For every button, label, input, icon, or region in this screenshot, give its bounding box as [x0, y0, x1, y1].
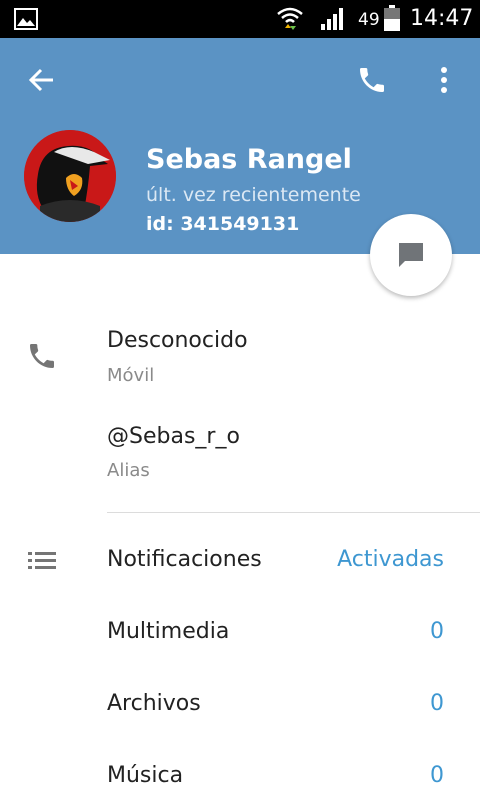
wifi-icon — [277, 7, 303, 30]
username[interactable]: @Sebas_r_o — [107, 424, 240, 449]
files-count[interactable]: 0 — [430, 691, 444, 716]
phone-number[interactable]: Desconocido — [107, 328, 248, 353]
more-vert-icon[interactable] — [432, 64, 456, 96]
back-arrow-icon[interactable] — [26, 64, 58, 96]
status-bar: 49 14:47 — [0, 0, 480, 38]
phone-type-label: Móvil — [107, 365, 155, 386]
files-label[interactable]: Archivos — [107, 691, 201, 716]
gallery-icon — [14, 8, 38, 30]
clock: 14:47 — [410, 6, 474, 31]
battery-percent: 49 — [358, 10, 380, 30]
music-label[interactable]: Música — [107, 763, 183, 788]
notifications-label[interactable]: Notificaciones — [107, 547, 262, 572]
send-message-button[interactable] — [370, 214, 452, 296]
phone-icon — [30, 344, 54, 368]
notifications-value[interactable]: Activadas — [337, 547, 444, 572]
profile-name: Sebas Rangel — [146, 144, 352, 175]
message-icon — [399, 243, 423, 267]
avatar-image — [24, 130, 116, 222]
signal-icon — [321, 8, 343, 30]
list-icon — [28, 552, 56, 569]
last-seen-status: últ. vez recientemente — [146, 184, 361, 206]
media-count[interactable]: 0 — [430, 619, 444, 644]
battery-icon — [384, 5, 400, 31]
music-count[interactable]: 0 — [430, 763, 444, 788]
user-id: id: 341549131 — [146, 213, 300, 235]
phone-icon[interactable] — [356, 64, 388, 96]
username-label: Alias — [107, 460, 150, 481]
avatar[interactable] — [24, 130, 116, 222]
divider — [107, 512, 480, 513]
media-label[interactable]: Multimedia — [107, 619, 229, 644]
